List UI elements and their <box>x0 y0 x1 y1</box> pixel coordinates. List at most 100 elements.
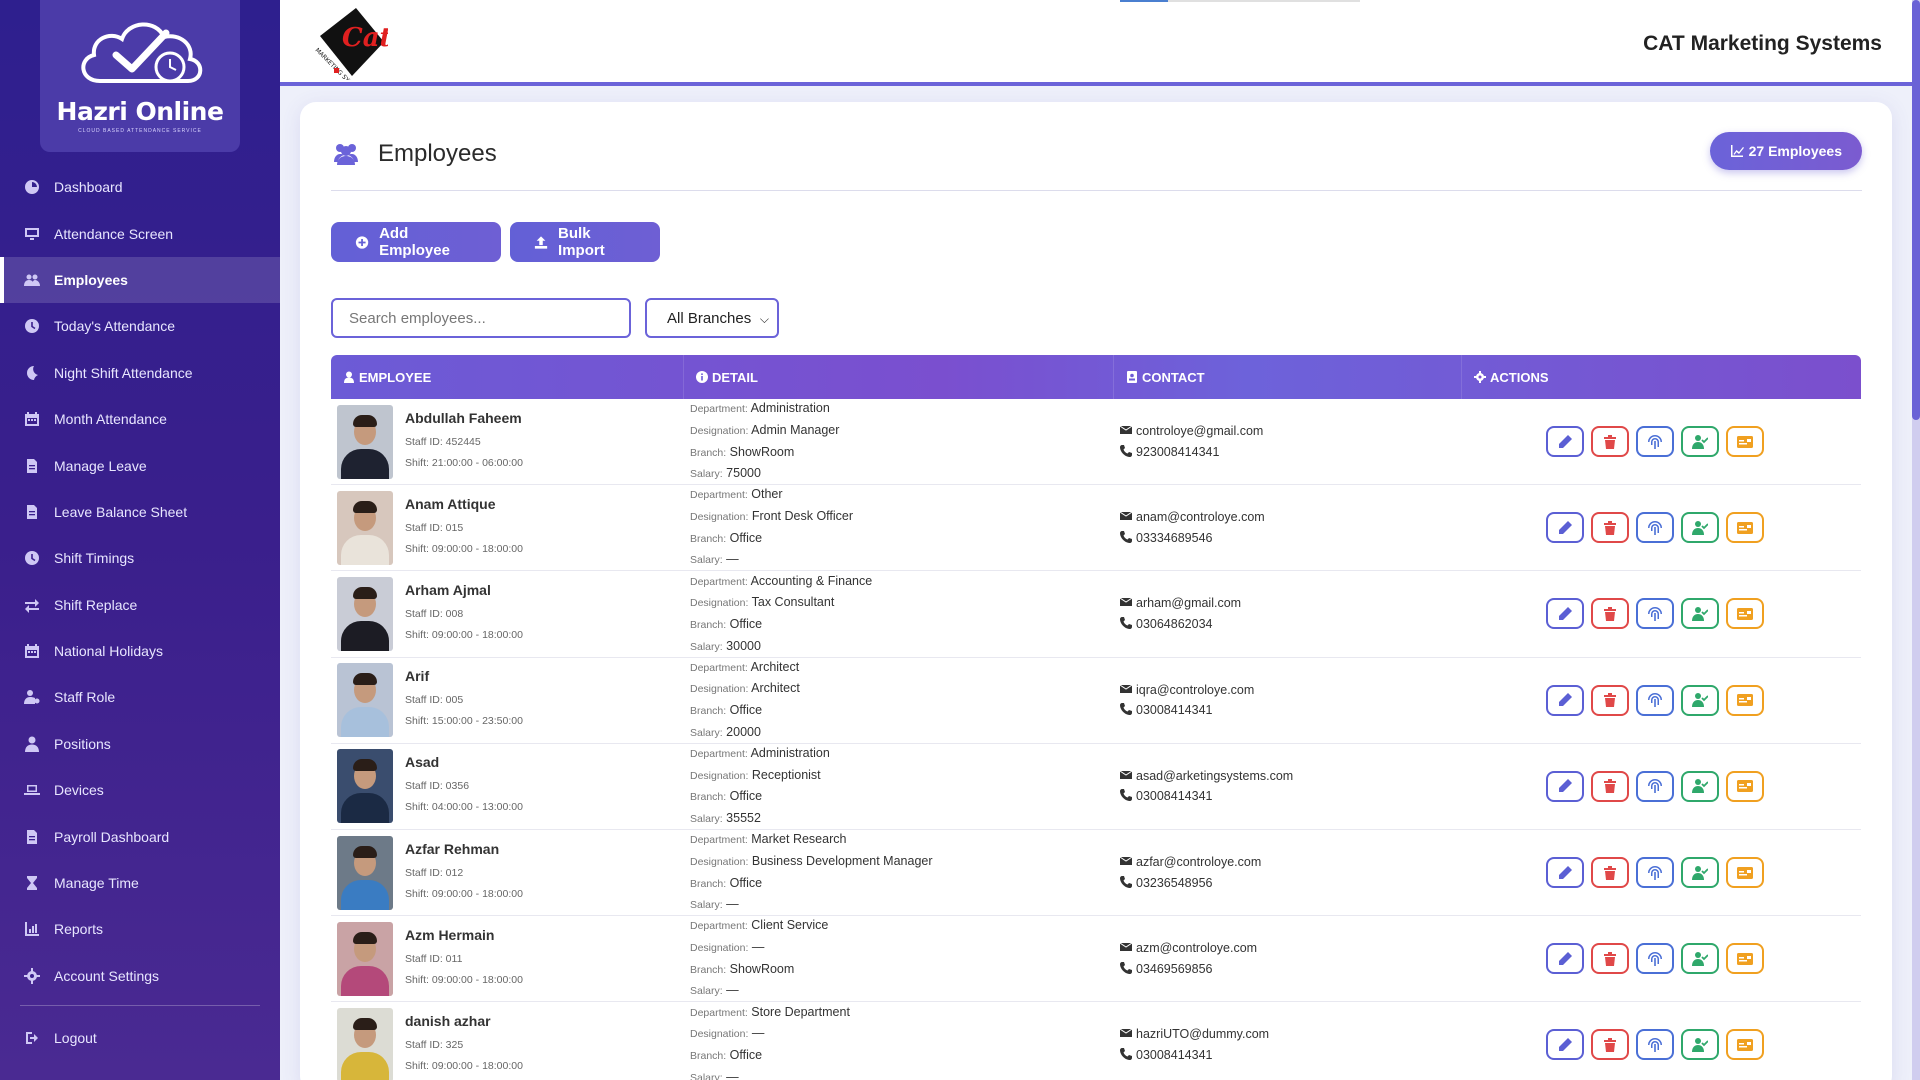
employee-phone[interactable]: 03008414341 <box>1136 703 1212 717</box>
employee-email[interactable]: hazriUTO@dummy.com <box>1136 1027 1269 1041</box>
avatar[interactable] <box>337 921 393 996</box>
employee-name[interactable]: Arham Ajmal <box>405 582 523 598</box>
mark-attendance-button[interactable] <box>1681 598 1719 630</box>
edit-button[interactable] <box>1546 512 1584 544</box>
avatar[interactable] <box>337 404 393 479</box>
column-header-employee[interactable]: EMPLOYEE <box>331 355 684 399</box>
delete-button[interactable] <box>1591 943 1629 975</box>
edit-button[interactable] <box>1546 1029 1584 1061</box>
avatar[interactable] <box>337 835 393 910</box>
employee-name[interactable]: Arif <box>405 668 523 684</box>
sidebar-item-shift-timings[interactable]: Shift Timings <box>0 535 280 581</box>
fingerprint-button[interactable] <box>1636 943 1674 975</box>
employee-count-badge[interactable]: 27 Employees <box>1709 132 1862 170</box>
column-header-detail[interactable]: DETAIL <box>684 355 1114 399</box>
column-header-contact[interactable]: CONTACT <box>1114 355 1462 399</box>
id-card-button[interactable] <box>1726 857 1764 889</box>
mark-attendance-button[interactable] <box>1681 770 1719 802</box>
employee-phone[interactable]: 923008414341 <box>1136 445 1219 459</box>
fingerprint-button[interactable] <box>1636 857 1674 889</box>
id-card-button[interactable] <box>1726 943 1764 975</box>
employee-name[interactable]: danish azhar <box>405 1013 523 1029</box>
employee-email[interactable]: controloye@gmail.com <box>1136 424 1263 438</box>
delete-button[interactable] <box>1591 684 1629 716</box>
mark-attendance-button[interactable] <box>1681 684 1719 716</box>
sidebar-item-positions[interactable]: Positions <box>0 721 280 767</box>
sidebar-item-reports[interactable]: Reports <box>0 906 280 952</box>
delete-button[interactable] <box>1591 598 1629 630</box>
sidebar-item-night-shift-attendance[interactable]: Night Shift Attendance <box>0 350 280 396</box>
employee-email[interactable]: asad@arketingsystems.com <box>1136 769 1293 783</box>
employee-name[interactable]: Azm Hermain <box>405 927 523 943</box>
employee-name[interactable]: Asad <box>405 754 523 770</box>
delete-button[interactable] <box>1591 770 1629 802</box>
scrollbar-thumb[interactable] <box>1912 0 1920 420</box>
sidebar-item-attendance-screen[interactable]: Attendance Screen <box>0 210 280 256</box>
sidebar-item-payroll-dashboard[interactable]: Payroll Dashboard <box>0 813 280 859</box>
id-card-button[interactable] <box>1726 770 1764 802</box>
edit-button[interactable] <box>1546 598 1584 630</box>
sidebar-item-manage-leave[interactable]: Manage Leave <box>0 442 280 488</box>
delete-button[interactable] <box>1591 1029 1629 1061</box>
employee-name[interactable]: Abdullah Faheem <box>405 410 523 426</box>
fingerprint-button[interactable] <box>1636 1029 1674 1061</box>
logout-button[interactable]: Logout <box>0 1015 280 1061</box>
mark-attendance-button[interactable] <box>1681 943 1719 975</box>
sidebar-item-manage-time[interactable]: Manage Time <box>0 860 280 906</box>
mark-attendance-button[interactable] <box>1681 857 1719 889</box>
branch-filter-select[interactable]: All Branches ⌵ <box>645 298 779 338</box>
bulk-import-button[interactable]: Bulk Import <box>510 222 660 262</box>
employee-email[interactable]: iqra@controloye.com <box>1136 683 1254 697</box>
fingerprint-button[interactable] <box>1636 770 1674 802</box>
sidebar-item-account-settings[interactable]: Account Settings <box>0 953 280 999</box>
avatar[interactable] <box>337 1007 393 1080</box>
sidebar-item-leave-balance-sheet[interactable]: Leave Balance Sheet <box>0 489 280 535</box>
sidebar-item-shift-replace[interactable]: Shift Replace <box>0 582 280 628</box>
sidebar-item-employees[interactable]: Employees <box>0 256 280 304</box>
employee-phone[interactable]: 03334689546 <box>1136 531 1212 545</box>
mark-attendance-button[interactable] <box>1681 1029 1719 1061</box>
employee-phone[interactable]: 03064862034 <box>1136 617 1212 631</box>
employee-email[interactable]: anam@controloye.com <box>1136 510 1265 524</box>
edit-button[interactable] <box>1546 943 1584 975</box>
employee-email[interactable]: azm@controloye.com <box>1136 941 1257 955</box>
sidebar-item-dashboard[interactable]: Dashboard <box>0 164 280 210</box>
edit-button[interactable] <box>1546 426 1584 458</box>
id-card-button[interactable] <box>1726 1029 1764 1061</box>
sidebar-item-month-attendance[interactable]: Month Attendance <box>0 396 280 442</box>
add-employee-button[interactable]: Add Employee <box>331 222 501 262</box>
delete-button[interactable] <box>1591 512 1629 544</box>
mark-attendance-button[interactable] <box>1681 426 1719 458</box>
sidebar-item-devices[interactable]: Devices <box>0 767 280 813</box>
avatar[interactable] <box>337 749 393 824</box>
search-input[interactable] <box>331 298 631 338</box>
app-logo[interactable]: Hazri Online CLOUD BASED ATTENDANCE SERV… <box>40 0 240 152</box>
id-card-button[interactable] <box>1726 512 1764 544</box>
id-card-button[interactable] <box>1726 598 1764 630</box>
delete-button[interactable] <box>1591 857 1629 889</box>
edit-button[interactable] <box>1546 770 1584 802</box>
avatar[interactable] <box>337 490 393 565</box>
employee-phone[interactable]: 03008414341 <box>1136 789 1212 803</box>
id-card-button[interactable] <box>1726 684 1764 716</box>
employee-phone[interactable]: 03008414341 <box>1136 1048 1212 1062</box>
fingerprint-button[interactable] <box>1636 426 1674 458</box>
edit-button[interactable] <box>1546 857 1584 889</box>
employee-name[interactable]: Anam Attique <box>405 496 523 512</box>
sidebar-item-today-s-attendance[interactable]: Today's Attendance <box>0 303 280 349</box>
employee-email[interactable]: arham@gmail.com <box>1136 596 1241 610</box>
employee-phone[interactable]: 03469569856 <box>1136 962 1212 976</box>
id-card-button[interactable] <box>1726 426 1764 458</box>
mark-attendance-button[interactable] <box>1681 512 1719 544</box>
fingerprint-button[interactable] <box>1636 598 1674 630</box>
employee-name[interactable]: Azfar Rehman <box>405 841 523 857</box>
employee-email[interactable]: azfar@controloye.com <box>1136 855 1261 869</box>
sidebar-item-national-holidays[interactable]: National Holidays <box>0 628 280 674</box>
avatar[interactable] <box>337 663 393 738</box>
fingerprint-button[interactable] <box>1636 684 1674 716</box>
avatar[interactable] <box>337 576 393 651</box>
sidebar-item-staff-role[interactable]: Staff Role <box>0 674 280 720</box>
edit-button[interactable] <box>1546 684 1584 716</box>
column-header-actions[interactable]: ACTIONS <box>1462 355 1861 399</box>
employee-phone[interactable]: 03236548956 <box>1136 876 1212 890</box>
